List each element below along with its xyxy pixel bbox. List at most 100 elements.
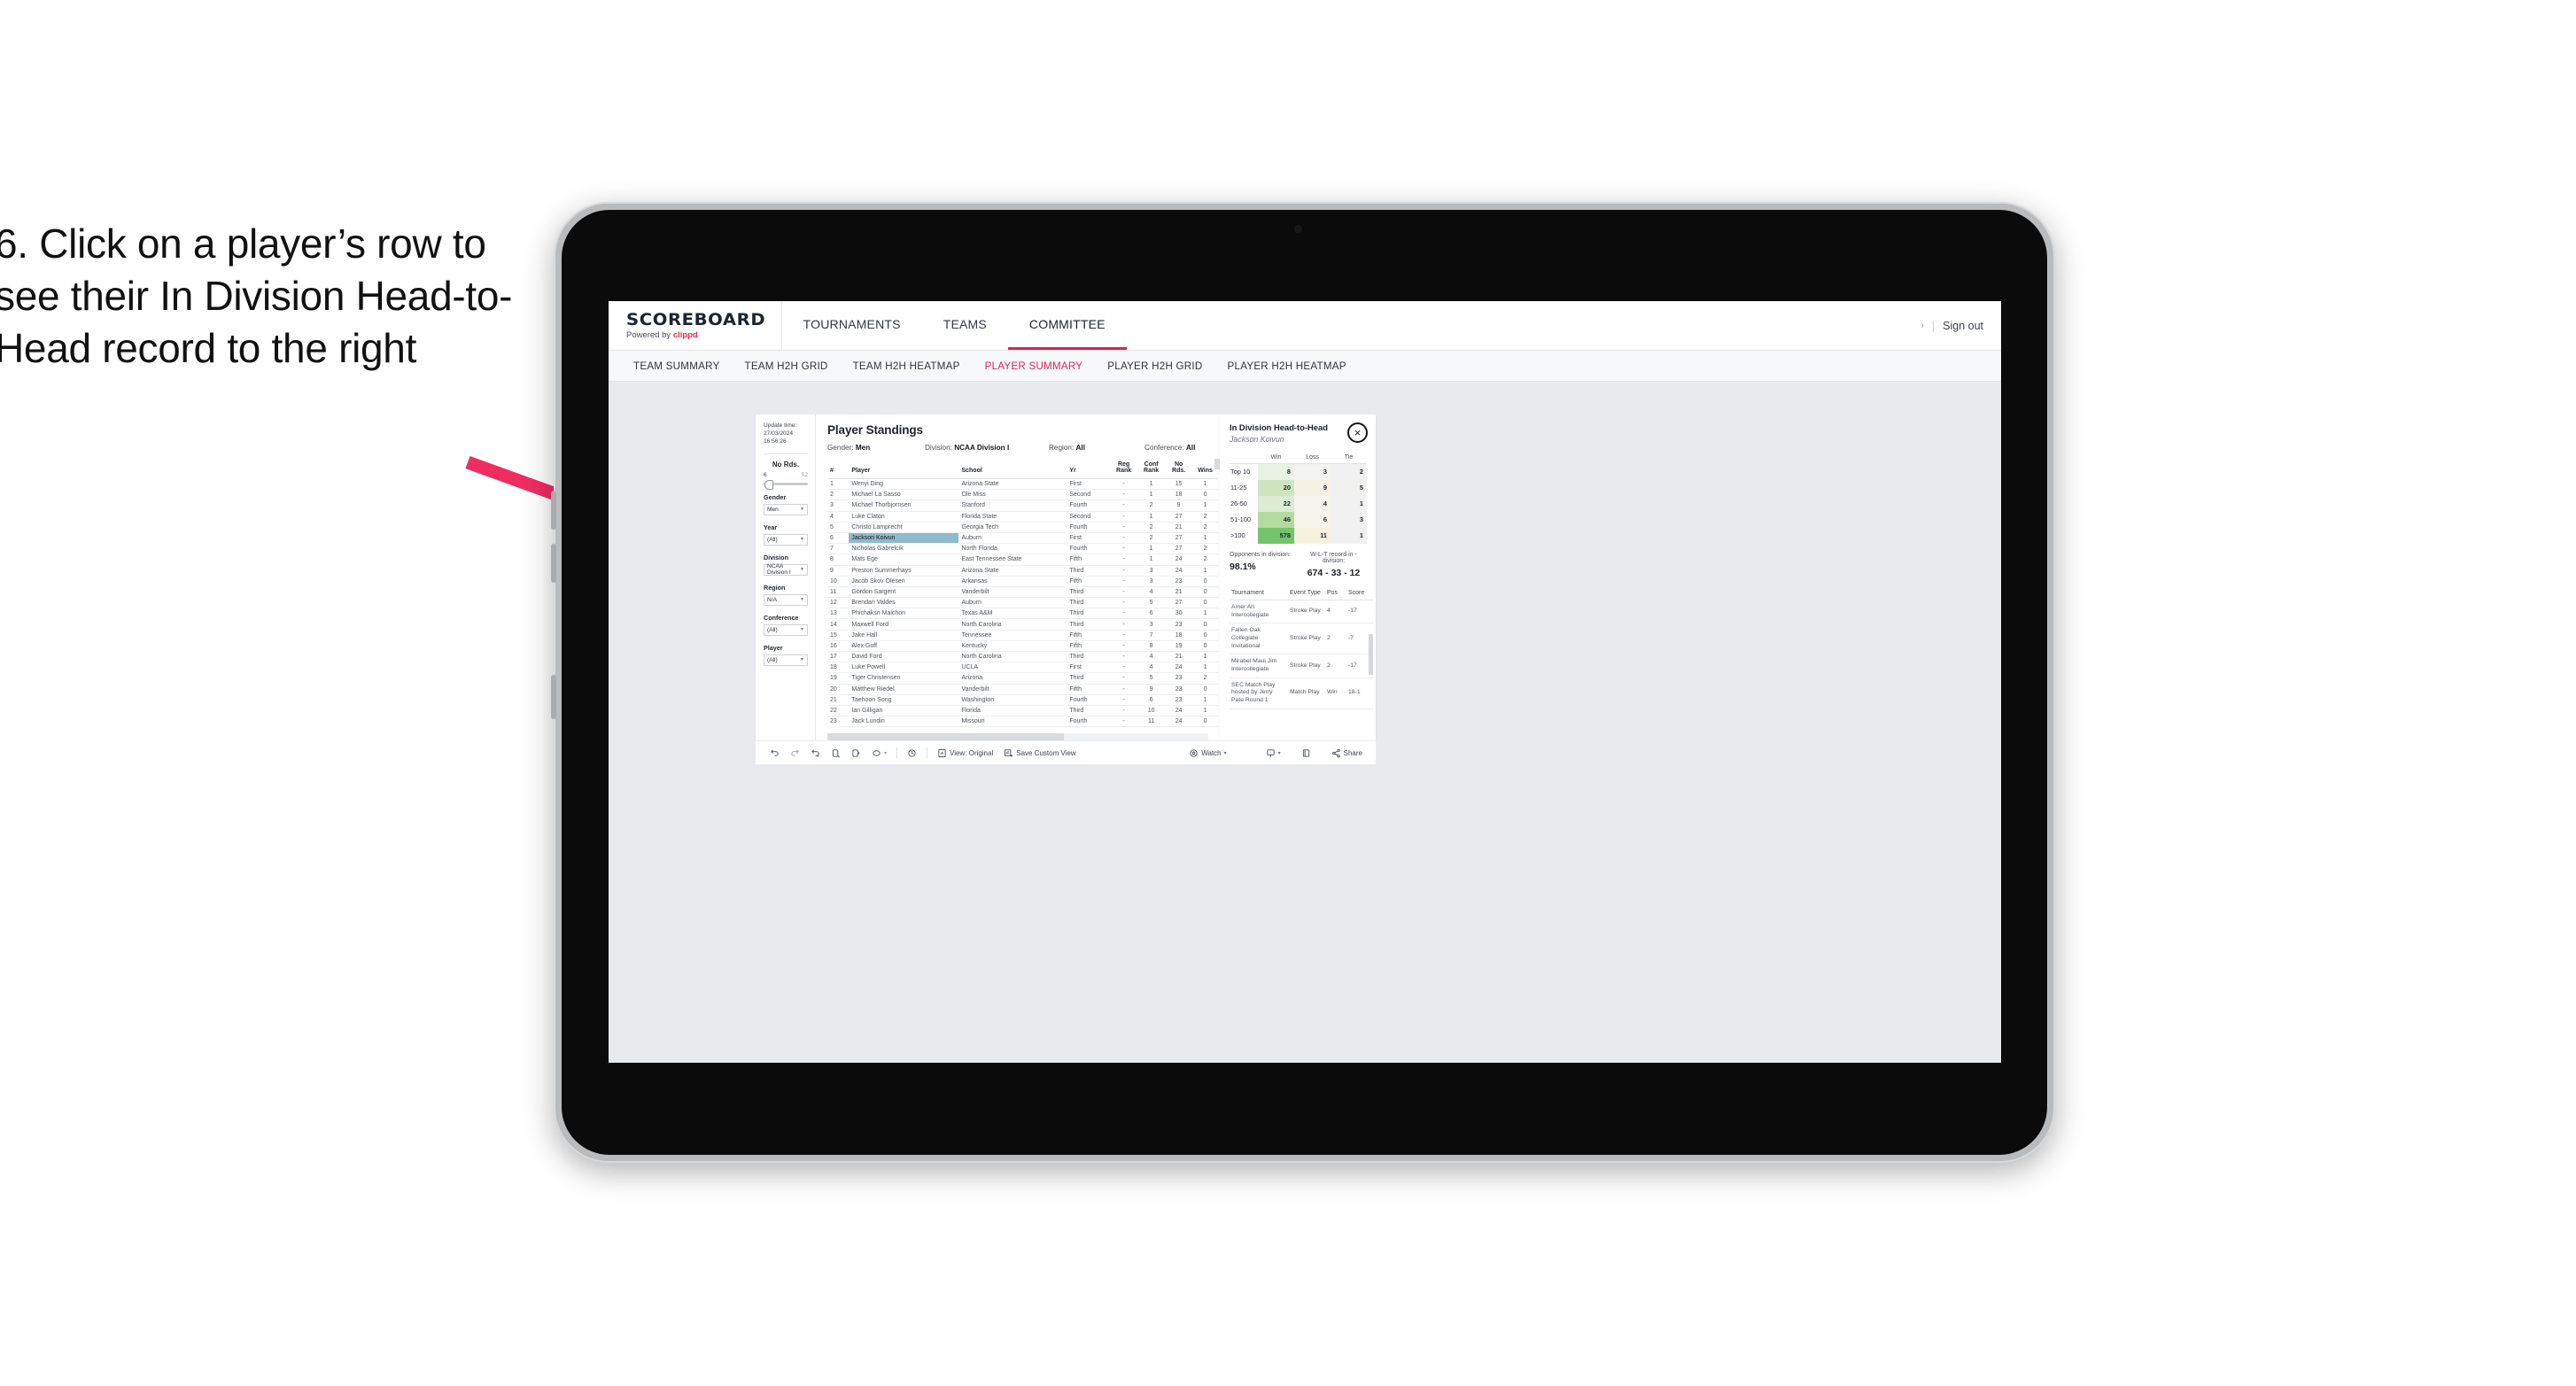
breadcrumb-region: Region: All (1049, 444, 1144, 452)
breadcrumb-division-value: NCAA Division I (954, 444, 1010, 452)
filter-conference-value: (All) (767, 626, 778, 633)
table-row[interactable]: 6 Jackson Koivun Auburn First -2 27 1 (827, 532, 1218, 545)
subnav-team-summary[interactable]: TEAM SUMMARY (621, 360, 732, 372)
table-row[interactable]: 5 Christo Lamprecht Georgia Tech Fourth -2 21… (827, 522, 1218, 533)
subnav-player-h2h-grid[interactable]: PLAYER H2H GRID (1095, 360, 1214, 372)
table-row[interactable]: 20 Matthew Riedel Vanderbilt Fifth -9 23 0 (827, 684, 1218, 695)
subnav-team-h2h-heatmap[interactable]: TEAM H2H HEATMAP (841, 360, 973, 372)
share-button[interactable]: Share (1326, 748, 1368, 758)
conf-rank-cell: 3 (1137, 576, 1166, 587)
no-rounds-slider-handle[interactable] (764, 479, 773, 490)
event-row[interactable]: Amer Ari Intercollegiate Stroke Play 4 -17 (1230, 600, 1373, 624)
standings-table-scroll[interactable]: # Player School Yr Reg Rank Conf Rank No… (816, 459, 1220, 729)
school-cell: New Mexico (958, 726, 1067, 729)
table-row[interactable]: 24Bastien AmatNew MexicoFourth-1272 (827, 726, 1218, 729)
table-row[interactable]: 8 Mats Ege East Tennessee State Fifth -1 24 2 (827, 554, 1218, 566)
player-cell: Maxwell Ford (849, 618, 959, 631)
table-row[interactable]: 17 David Ford North Carolina Third -4 21 1 (827, 651, 1218, 663)
table-row[interactable]: 21 Taehoon Song Washington Fourth -6 23 1 (827, 694, 1218, 706)
events-scrollbar[interactable] (1369, 634, 1373, 675)
th-tie: Tie (1331, 453, 1367, 464)
record-value: 674 - 33 - 12 (1307, 567, 1361, 578)
pause-refresh-icon[interactable] (846, 748, 866, 758)
table-row[interactable]: 19 Tiger Christensen Arizona Third -5 23 2 (827, 672, 1218, 685)
event-row[interactable]: Fallen Oak Collegiate Invitational Stroke… (1230, 623, 1373, 655)
breadcrumb-region-label: Region: (1049, 444, 1076, 452)
event-pos: 2 (1325, 654, 1346, 678)
no-rounds-range: 6 52 (764, 472, 808, 478)
fullscreen-icon[interactable] (1296, 748, 1316, 758)
redo-icon[interactable] (785, 748, 805, 758)
conf-rank-cell: 6 (1137, 694, 1166, 706)
revert-icon[interactable] (805, 748, 826, 758)
nav-teams[interactable]: TEAMS (922, 301, 1008, 350)
filter-gender-select[interactable]: Men ▼ (764, 503, 808, 515)
table-row[interactable]: 13 Phichaksn Maichon Texas A&M Third -6 30 1 (827, 608, 1218, 620)
reg-rank-cell: - (1110, 586, 1138, 599)
th-rank[interactable]: # (827, 459, 850, 479)
table-row[interactable]: 18 Luke Powell UCLA First -4 24 1 (827, 662, 1218, 674)
refresh-icon[interactable] (826, 748, 846, 758)
table-row[interactable]: 11 Gordon Sargent Vanderbilt Third -4 21 0 (827, 586, 1218, 599)
table-row[interactable]: 15 Jake Hall Tennessee Fifth -7 18 0 (827, 630, 1218, 641)
filter-region-select[interactable]: N/A ▼ (764, 593, 808, 606)
event-row[interactable]: Mirabel Maui Jim Intercollegiate Stroke P… (1230, 654, 1373, 678)
table-row[interactable]: 9 Preston Summerhays Arizona State Third -3 2… (827, 565, 1218, 577)
th-no-rds[interactable]: No Rds. (1165, 459, 1193, 479)
brand-logo[interactable]: SCOREBOARD Powered by clippd (609, 301, 782, 350)
save-custom-view-button[interactable]: Save Custom View (998, 748, 1081, 758)
volume-button-down[interactable] (551, 544, 556, 583)
table-row[interactable]: 22 Ian Gilligan Florida Third -10 24 1 (827, 705, 1218, 717)
table-row[interactable]: 2 Michael La Sasso Ole Miss Second -1 18 0 (827, 489, 1218, 501)
table-row[interactable]: 4 Luke Claton Florida State Second -1 27 2 (827, 511, 1218, 523)
no-rounds-slider-track[interactable] (764, 479, 808, 490)
conf-rank-cell: 2 (1137, 499, 1166, 512)
volume-button-up[interactable] (551, 491, 556, 530)
sign-out-link[interactable]: Sign out (1943, 320, 1983, 332)
view-original-button[interactable]: View: Original (932, 748, 998, 758)
subnav-player-h2h-heatmap[interactable]: PLAYER H2H HEATMAP (1215, 360, 1359, 372)
th-reg-rank[interactable]: Reg Rank (1110, 459, 1138, 479)
nav-committee[interactable]: COMMITTEE (1007, 301, 1127, 350)
table-row[interactable]: 10 Jacob Skov Olesen Arkansas Fifth -3 23 0 (827, 576, 1218, 587)
pause-auto-update-icon[interactable] (902, 748, 922, 758)
th-player[interactable]: Player (849, 459, 959, 479)
school-cell: Missouri (958, 716, 1067, 728)
power-button[interactable] (551, 675, 556, 719)
table-row[interactable]: 14 Maxwell Ford North Carolina Third -3 23 0 (827, 618, 1218, 631)
download-icon[interactable]: ▾ (1261, 748, 1286, 758)
subnav-player-summary[interactable]: PLAYER SUMMARY (973, 360, 1096, 372)
th-conf-rank[interactable]: Conf Rank (1137, 459, 1166, 479)
filter-player-select[interactable]: (All) ▼ (764, 654, 808, 666)
close-icon[interactable]: × (1347, 422, 1368, 443)
table-row[interactable]: 1 Wenyi Ding Arizona State First -1 15 1 (827, 478, 1218, 491)
watch-button[interactable]: Watch ▾ (1183, 748, 1231, 758)
th-year[interactable]: Yr (1067, 459, 1111, 479)
nav-tournaments[interactable]: TOURNAMENTS (782, 301, 922, 350)
undo-icon[interactable] (764, 748, 785, 758)
subnav-team-h2h-grid[interactable]: TEAM H2H GRID (732, 360, 840, 372)
th-school[interactable]: School (958, 459, 1067, 479)
h2h-win-cell: 46 (1258, 511, 1294, 528)
filter-year-label: Year (764, 523, 778, 531)
horizontal-scrollbar[interactable] (827, 732, 1208, 741)
reg-rank-cell: - (1110, 565, 1138, 577)
event-row[interactable]: SEC Match Play hosted by Jerry Pate Roun… (1230, 678, 1373, 709)
table-row[interactable]: 16 Alex Goff Kentucky Fifth -8 19 0 (827, 640, 1218, 653)
year-cell: Third (1067, 608, 1111, 620)
table-row[interactable]: 23 Jack Lundin Missouri Fourth -11 24 0 (827, 716, 1218, 728)
wins-cell: 2 (1192, 554, 1218, 566)
reg-rank-cell: - (1110, 726, 1138, 729)
table-row[interactable]: 12 Brendan Valdes Auburn Third -5 27 0 (827, 597, 1218, 609)
table-row[interactable]: 7 Nicholas Gabrelcik North Florida Fourth -1… (827, 543, 1218, 555)
player-cell: Michael La Sasso (849, 489, 959, 501)
chevron-right-icon[interactable]: › (1921, 321, 1924, 330)
filter-conference-select[interactable]: (All) ▼ (764, 623, 808, 636)
breadcrumb-region-value: All (1075, 444, 1085, 452)
filter-year-select[interactable]: (All) ▼ (764, 533, 808, 546)
breadcrumb-conference-value: All (1185, 444, 1196, 452)
school-cell: Arizona (958, 672, 1067, 685)
table-row[interactable]: 3 Michael Thorbjornsen Stanford Fourth -2 9 1 (827, 499, 1218, 512)
highlight-icon[interactable]: ▾ (866, 748, 892, 758)
filter-division-select[interactable]: NCAA Division I ▼ (764, 563, 808, 576)
